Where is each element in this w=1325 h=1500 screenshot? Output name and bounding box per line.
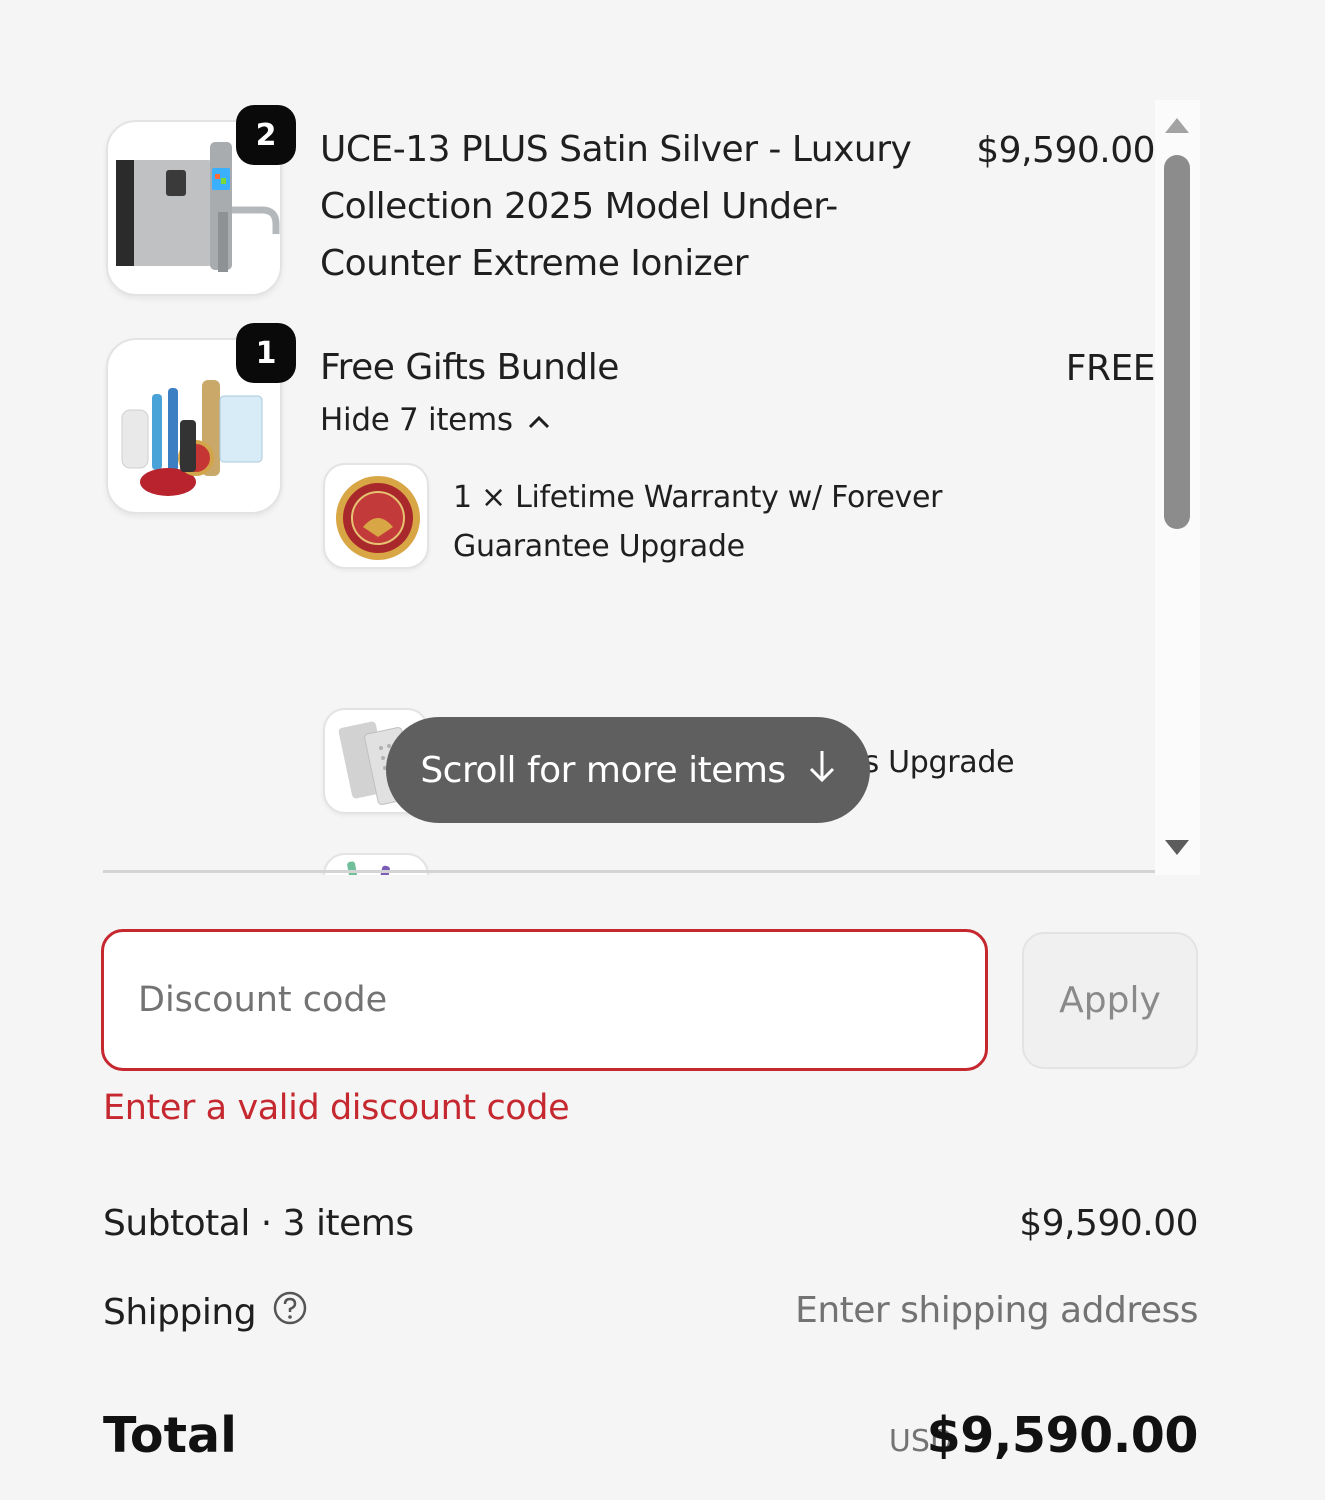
quantity-badge: 1: [236, 323, 296, 383]
scroll-down-arrow-icon[interactable]: [1165, 840, 1189, 855]
total-label: Total: [103, 1407, 237, 1464]
shipping-value: Enter shipping address: [795, 1290, 1198, 1331]
subtotal-value: $9,590.00: [1019, 1203, 1198, 1244]
chevron-up-icon: [527, 402, 551, 438]
warranty-seal-image: [323, 463, 429, 569]
apply-discount-button[interactable]: Apply: [1022, 932, 1198, 1069]
items-scrollbar[interactable]: [1155, 100, 1200, 875]
quantity-badge: 2: [236, 105, 296, 165]
toggle-label: Hide 7 items: [320, 402, 513, 438]
shipping-label: Shipping: [103, 1292, 257, 1333]
line-item-ionizer: 2 UCE-13 PLUS Satin Silver - Luxury Coll…: [103, 100, 1155, 300]
product-title: Free Gifts Bundle: [320, 347, 619, 388]
scroll-hint-label: Scroll for more items: [420, 749, 786, 791]
product-title: UCE-13 PLUS Satin Silver - Luxury Collec…: [320, 129, 912, 284]
hide-items-toggle[interactable]: Hide 7 items: [320, 402, 551, 438]
total-value: $9,590.00: [926, 1407, 1199, 1464]
discount-error-message: Enter a valid discount code: [103, 1088, 570, 1128]
scroll-for-more-button[interactable]: Scroll for more items: [386, 717, 870, 823]
bundle-sub-item-label: 1 × Lifetime Warranty w/ Forever Guarant…: [453, 480, 943, 564]
arrow-down-icon: [808, 748, 836, 793]
list-divider: [103, 870, 1155, 873]
help-circle-icon[interactable]: [272, 1290, 308, 1335]
scrollbar-thumb[interactable]: [1164, 155, 1190, 529]
discount-code-input[interactable]: [101, 929, 988, 1071]
subtotal-label: Subtotal · 3 items: [103, 1203, 414, 1244]
shipping-row-label: Shipping: [103, 1290, 308, 1335]
scroll-up-arrow-icon[interactable]: [1165, 118, 1189, 133]
product-price: FREE: [1065, 348, 1156, 389]
product-price: $9,590.00: [976, 130, 1155, 171]
